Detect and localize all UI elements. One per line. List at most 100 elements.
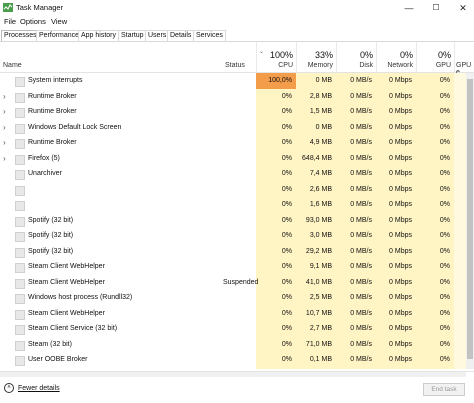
network-total: 0% (399, 50, 413, 60)
process-net-value: 0 Mbps (389, 216, 412, 224)
cell-background (454, 274, 466, 290)
table-row[interactable]: Spotify (32 bit) 0% 29,2 MB 0 MB/s 0 Mbps 0% (0, 243, 474, 259)
process-icon (15, 77, 25, 87)
process-net-value: 0 Mbps (389, 108, 412, 115)
table-row[interactable]: 0% 1,6 MB 0 MB/s 0 Mbps 0% (0, 197, 474, 213)
column-memory[interactable]: 33% Memory (296, 42, 336, 72)
table-row[interactable]: Unarchiver 0% 7,4 MB 0 MB/s 0 Mbps 0% (0, 166, 474, 182)
process-cpu-value: 0% (281, 170, 292, 177)
process-icon (15, 123, 25, 134)
cell-background (454, 104, 466, 120)
process-net-value: 0 Mbps (389, 340, 412, 348)
expand-chevron-icon[interactable]: › (3, 135, 6, 151)
column-name[interactable]: Name (0, 42, 222, 72)
process-cpu-value: 0% (281, 278, 292, 286)
process-gpu-value: 0% (439, 201, 450, 208)
memory-label: Memory (307, 62, 333, 69)
expand-chevron-icon[interactable]: › (3, 89, 6, 105)
process-mem-value: 3,0 MB (309, 232, 332, 239)
table-row[interactable]: Spotify (32 bit) 0% 3,0 MB 0 MB/s 0 Mbps 0% (0, 228, 474, 244)
table-row[interactable]: › Runtime Broker 0% 1,5 MB 0 MB/s 0 Mbps 0% (0, 104, 474, 120)
process-cpu-value: 0% (281, 294, 292, 301)
process-cpu-value: 100,0% (268, 77, 292, 84)
column-cpu[interactable]: ⌄ 100% CPU (256, 42, 296, 72)
table-row[interactable]: Steam Client Service (32 bit) 0% 2,7 MB 0 M… (0, 321, 474, 337)
process-icon (15, 247, 25, 258)
table-row[interactable]: System interrupts 100,0% 0 MB 0 MB/s 0 Mbps 0… (0, 73, 474, 89)
table-row[interactable]: Steam (32 bit) 0% 71,0 MB 0 MB/s 0 Mbps 0% (0, 336, 474, 352)
process-mem-value: 10,7 MB (305, 309, 332, 317)
process-name: Runtime Broker (28, 92, 77, 100)
process-net-value: 0 Mbps (389, 247, 412, 255)
tab-details[interactable]: Details (167, 30, 195, 41)
cell-background (454, 367, 466, 369)
menu-file[interactable]: File (4, 17, 16, 26)
tab-performance[interactable]: Performance (36, 30, 83, 41)
end-task-button[interactable]: End task (423, 383, 465, 396)
cell-background (454, 88, 466, 104)
process-mem-value: 93,0 MB (305, 216, 332, 224)
table-row[interactable]: › Runtime Broker 0% 4,9 MB 0 MB/s 0 Mbps 0% (0, 135, 474, 151)
table-row[interactable]: Spotify (32 bit) 0% 93,0 MB 0 MB/s 0 Mbps 0% (0, 212, 474, 228)
expand-chevron-icon[interactable]: › (3, 104, 6, 120)
cell-background (454, 197, 466, 213)
process-net-value: 0 Mbps (389, 154, 412, 162)
tab-users[interactable]: Users (145, 30, 170, 41)
table-row[interactable]: Steam Client WebHelper 0% 10,7 MB 0 MB/s 0 M… (0, 305, 474, 321)
cpu-total: 100% (269, 50, 293, 60)
process-gpu-value: 0% (439, 247, 450, 255)
process-icon (15, 263, 25, 273)
maximize-button[interactable]: ☐ (425, 0, 447, 16)
process-net-value: 0 Mbps (389, 356, 412, 363)
column-network[interactable]: 0% Network (376, 42, 416, 72)
table-row[interactable]: Steam Client WebHelper Suspended 0% 41,0 MB… (0, 274, 474, 290)
tab-startup[interactable]: Startup (118, 30, 147, 41)
process-name: Unarchiver (28, 170, 62, 177)
table-row[interactable]: User OOBE Broker 0% 0,1 MB 0 MB/s 0 Mbps 0% (0, 352, 474, 368)
chevron-up-icon[interactable]: ˄ (4, 383, 14, 393)
process-gpu-value: 0% (439, 325, 450, 332)
scrollbar-thumb[interactable] (467, 79, 473, 359)
close-button[interactable]: ✕ (452, 0, 474, 16)
table-row[interactable]: Windows host process (Rundll32) 0% 2,5 MB 0… (0, 290, 474, 306)
expand-chevron-icon[interactable]: › (3, 120, 6, 136)
column-disk[interactable]: 0% Disk (336, 42, 376, 72)
process-name: Steam Client Service (32 bit) (28, 325, 118, 332)
process-icon (15, 294, 25, 304)
process-icon (15, 356, 25, 366)
column-status[interactable]: Status (222, 42, 256, 72)
vertical-scrollbar[interactable] (466, 73, 474, 369)
table-row[interactable]: 0%0,1 MB0 MB/s0 Mbps0% (0, 367, 474, 369)
tab-strip: Processes Performance App history Startu… (0, 29, 474, 42)
table-row[interactable]: › Firefox (5) 0% 648,4 MB 0 MB/s 0 Mbps 0% (0, 150, 474, 167)
cell-background (454, 166, 466, 182)
fewer-details-link[interactable]: Fewer details (18, 385, 60, 392)
process-disk-value: 0 MB/s (350, 232, 372, 239)
process-gpu-value: 0% (439, 108, 450, 115)
process-cpu-value: 0% (281, 232, 292, 239)
process-cpu-value: 0% (281, 309, 292, 317)
column-gpu-engine[interactable]: GPU e (454, 42, 474, 76)
process-icon (15, 92, 25, 103)
menu-options[interactable]: Options (20, 17, 46, 26)
table-row[interactable]: Steam Client WebHelper 0% 9,1 MB 0 MB/s 0 Mb… (0, 259, 474, 275)
expand-chevron-icon[interactable]: › (3, 151, 6, 167)
process-mem-value: 1,6 MB (309, 201, 332, 208)
process-cpu-value: 0% (281, 356, 292, 363)
menu-view[interactable]: View (51, 17, 67, 26)
minimize-button[interactable]: — (398, 0, 420, 16)
tab-processes[interactable]: Processes (1, 30, 40, 41)
process-mem-value: 7,4 MB (309, 170, 332, 177)
tab-app-history[interactable]: App history (78, 30, 120, 41)
table-row[interactable]: 0% 2,6 MB 0 MB/s 0 Mbps 0% (0, 181, 474, 197)
process-icon (15, 216, 25, 227)
network-label: Network (387, 62, 413, 69)
tab-services[interactable]: Services (193, 30, 226, 41)
cell-background (454, 73, 466, 89)
process-name: Spotify (32 bit) (28, 216, 74, 224)
column-gpu[interactable]: 0% GPU (416, 42, 454, 72)
process-gpu-value: 0% (439, 340, 450, 348)
table-row[interactable]: › Runtime Broker 0% 2,8 MB 0 MB/s 0 Mbps 0% (0, 88, 474, 105)
table-row[interactable]: › Windows Default Lock Screen 0% 0 MB 0 MB/s… (0, 119, 474, 136)
process-cpu-value: 0% (281, 123, 292, 131)
